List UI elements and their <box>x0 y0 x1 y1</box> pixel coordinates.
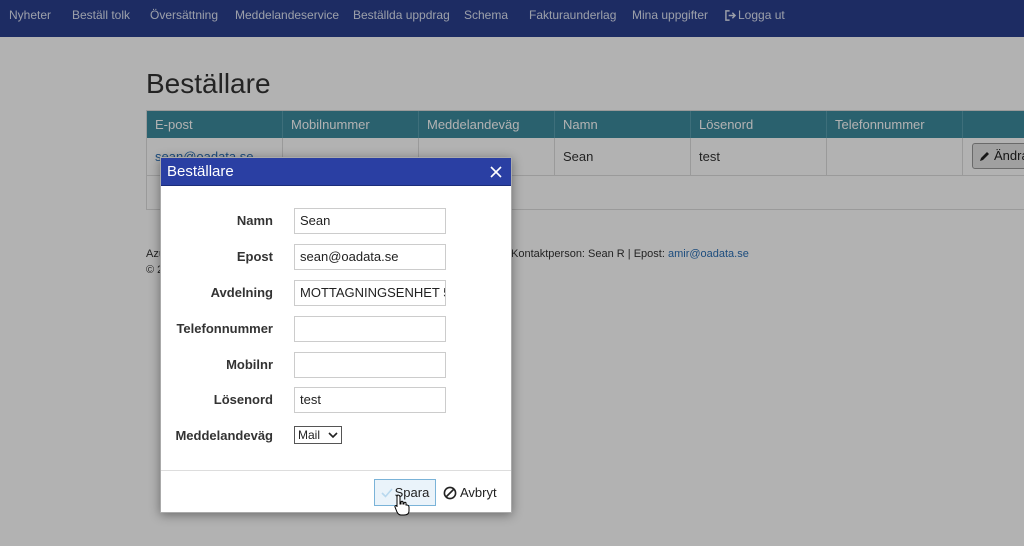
mobile-input[interactable] <box>294 352 446 378</box>
mobile-label: Mobilnr <box>226 357 273 372</box>
orderer-dialog: Beställare Namn Sean Epost sean@oadata.s… <box>160 157 512 513</box>
phone-input[interactable] <box>294 316 446 342</box>
phone-label: Telefonnummer <box>176 321 273 336</box>
dialog-footer: Spara Avbryt <box>161 470 511 513</box>
department-label: Avdelning <box>210 285 273 300</box>
checkmark-icon <box>381 487 393 498</box>
email-label: Epost <box>236 249 273 264</box>
channel-select-value: Mail <box>298 428 321 442</box>
department-input[interactable]: MOTTAGNINGSENHET 5 <box>294 280 446 306</box>
form-row-channel: Meddelandeväg Mail <box>161 422 511 448</box>
name-input[interactable]: Sean <box>294 208 446 234</box>
dialog-titlebar: Beställare <box>161 158 511 186</box>
form-row-phone: Telefonnummer <box>161 316 511 342</box>
dialog-title: Beställare <box>167 163 234 180</box>
form-row-name: Namn Sean <box>161 208 511 234</box>
modal-overlay <box>0 0 1024 546</box>
channel-label: Meddelandeväg <box>175 428 273 443</box>
close-icon[interactable] <box>487 163 505 181</box>
orderer-form: Namn Sean Epost sean@oadata.se Avdelning… <box>161 186 511 471</box>
hand-cursor-icon <box>394 494 410 516</box>
chevron-down-icon <box>328 432 338 439</box>
cancel-icon <box>443 486 457 499</box>
form-row-email: Epost sean@oadata.se <box>161 244 511 270</box>
form-row-mobile: Mobilnr <box>161 352 511 378</box>
password-input[interactable]: test <box>294 387 446 413</box>
cancel-button[interactable]: Avbryt <box>443 479 503 506</box>
email-input[interactable]: sean@oadata.se <box>294 244 446 270</box>
name-label: Namn <box>236 213 273 228</box>
form-row-department: Avdelning MOTTAGNINGSENHET 5 <box>161 280 511 306</box>
password-label: Lösenord <box>213 392 273 407</box>
form-row-password: Lösenord test <box>161 387 511 413</box>
cancel-button-label: Avbryt <box>460 485 497 500</box>
channel-select[interactable]: Mail <box>294 426 342 444</box>
